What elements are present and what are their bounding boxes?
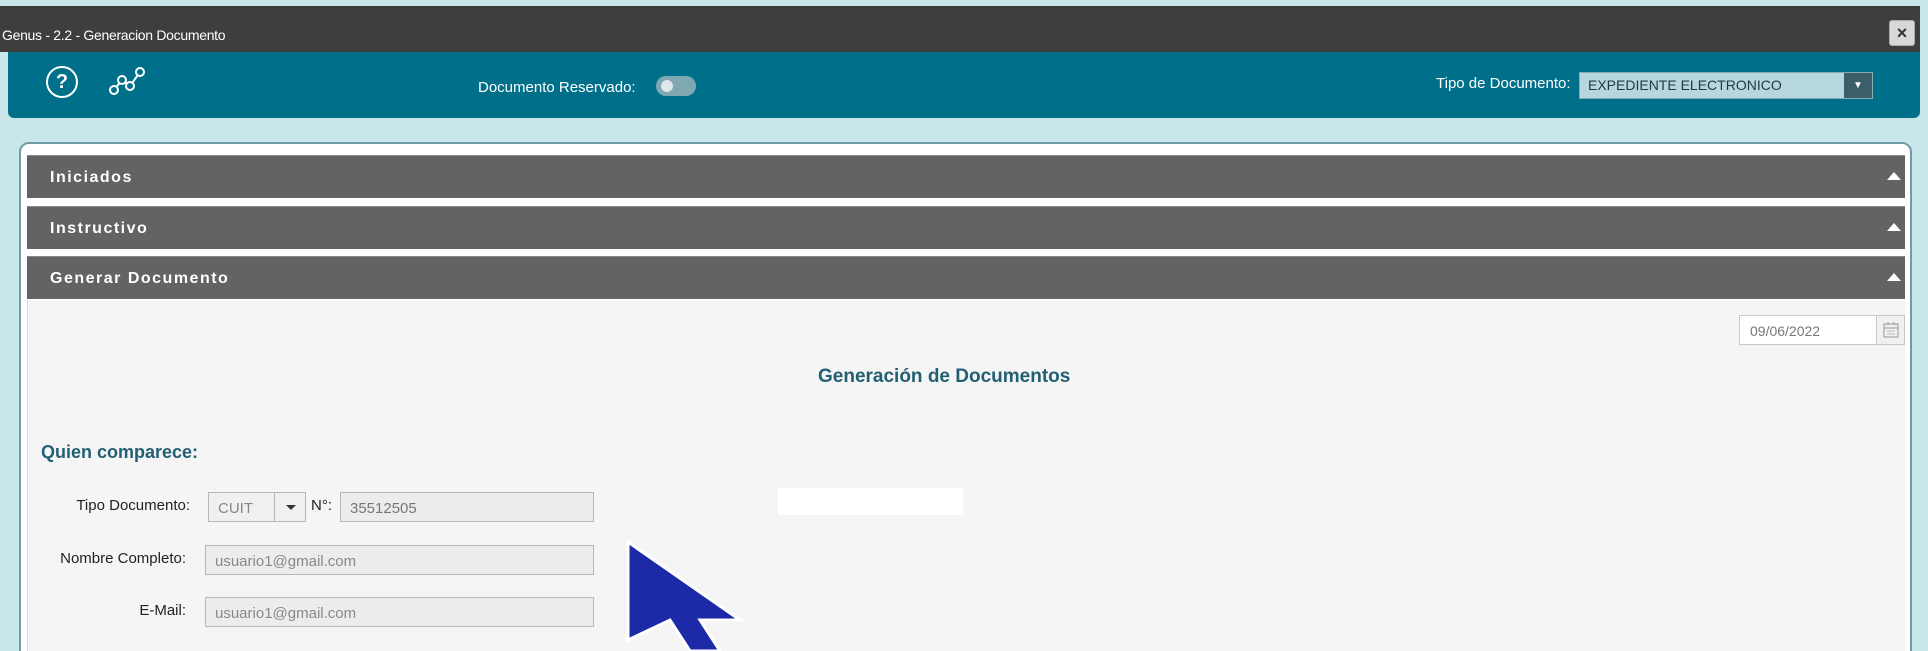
numero-input[interactable]: 35512505	[340, 492, 594, 522]
panel-title: Instructivo	[50, 220, 149, 237]
email-input[interactable]: usuario1@gmail.com	[205, 597, 594, 627]
date-value: 09/06/2022	[1750, 323, 1821, 339]
collapse-caret-icon[interactable]	[1887, 223, 1901, 231]
collapse-caret-icon[interactable]	[1887, 273, 1901, 281]
page-title: Generación de Documentos	[818, 366, 1071, 387]
graph-icon[interactable]	[108, 64, 148, 98]
email-value: usuario1@gmail.com	[215, 605, 357, 622]
nombre-completo-label: Nombre Completo:	[60, 550, 186, 567]
toolbar: ? Documento Reservado: Tipo de Documento…	[8, 52, 1920, 118]
tipo-documento-dropdown-value: CUIT	[218, 500, 253, 517]
numero-value: 35512505	[350, 500, 417, 517]
panel-instructivo[interactable]: Instructivo	[27, 206, 1905, 249]
email-label: E-Mail:	[139, 602, 186, 619]
app-window: Genus - 2.2 - Generacion Documento × ? D…	[0, 0, 1928, 651]
reserved-toggle[interactable]	[656, 76, 696, 96]
reserved-label: Documento Reservado:	[478, 79, 636, 96]
quien-comparece-heading: Quien comparece:	[41, 442, 199, 462]
tipo-documento-value: EXPEDIENTE ELECTRONICO	[1588, 77, 1782, 93]
window-title: Genus - 2.2 - Generacion Documento	[2, 27, 226, 43]
collapse-caret-icon[interactable]	[1887, 172, 1901, 180]
close-icon[interactable]: ×	[1889, 20, 1915, 46]
panel-generar-documento[interactable]: Generar Documento	[27, 256, 1905, 299]
tipo-documento-dropdown[interactable]: CUIT	[208, 492, 306, 522]
dropdown-arrow-icon[interactable]: ▼	[1844, 73, 1872, 98]
nombre-completo-value: usuario1@gmail.com	[215, 553, 357, 570]
panel-title: Generar Documento	[50, 270, 230, 287]
numero-label: N°:	[311, 497, 332, 514]
panel-iniciados[interactable]: Iniciados	[27, 155, 1905, 198]
chevron-down-icon[interactable]	[274, 493, 305, 521]
tipo-documento-field-label: Tipo Documento:	[76, 497, 190, 514]
nombre-completo-input[interactable]: usuario1@gmail.com	[205, 545, 594, 575]
calendar-icon[interactable]	[1876, 316, 1904, 344]
blank-area	[778, 488, 963, 515]
help-icon[interactable]: ?	[46, 66, 78, 98]
tipo-documento-select[interactable]: EXPEDIENTE ELECTRONICO ▼	[1579, 72, 1873, 99]
mouse-cursor-icon	[626, 540, 745, 651]
date-input[interactable]: 09/06/2022	[1739, 315, 1905, 345]
title-bar: Genus - 2.2 - Generacion Documento ×	[0, 6, 1920, 52]
panel-title: Iniciados	[50, 169, 133, 186]
tipo-documento-label: Tipo de Documento:	[1436, 75, 1571, 92]
